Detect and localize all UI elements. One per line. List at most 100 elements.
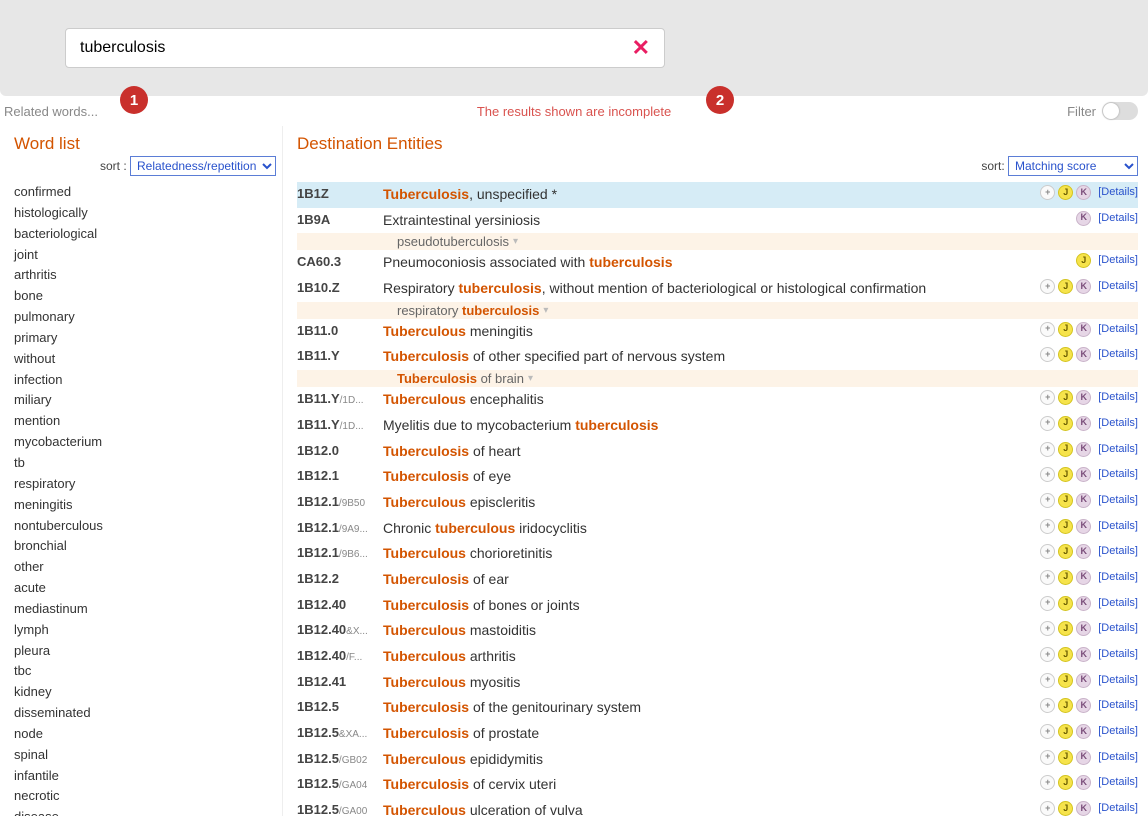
details-link[interactable]: [Details] [1098,441,1138,458]
plus-icon[interactable]: + [1040,322,1055,337]
details-link[interactable]: [Details] [1098,466,1138,483]
entity-row[interactable]: 1B12.40&X...Tuberculous mastoiditis+JK[D… [297,618,1138,644]
word-item[interactable]: infantile [14,766,276,787]
entity-row[interactable]: 1B12.40Tuberculosis of bones or joints+J… [297,593,1138,619]
k-badge[interactable]: K [1076,442,1091,457]
entity-sub-term[interactable]: Tuberculosis of brain▾ [297,370,1138,387]
plus-icon[interactable]: + [1040,493,1055,508]
plus-icon[interactable]: + [1040,347,1055,362]
word-item[interactable]: lymph [14,620,276,641]
details-link[interactable]: [Details] [1098,252,1138,269]
details-link[interactable]: [Details] [1098,492,1138,509]
clear-icon[interactable]: ✕ [628,35,654,61]
word-item[interactable]: tbc [14,661,276,682]
j-badge[interactable]: J [1058,390,1073,405]
j-badge[interactable]: J [1058,442,1073,457]
word-item[interactable]: joint [14,245,276,266]
j-badge[interactable]: J [1058,322,1073,337]
details-link[interactable]: [Details] [1098,697,1138,714]
entity-row[interactable]: 1B12.5/GA00Tuberculous ulceration of vul… [297,798,1138,816]
word-item[interactable]: mycobacterium [14,432,276,453]
k-badge[interactable]: K [1076,698,1091,713]
details-link[interactable]: [Details] [1098,646,1138,663]
entity-row[interactable]: 1B11.Y/1D...Tuberculous encephalitis+JK[… [297,387,1138,413]
word-item[interactable]: bone [14,286,276,307]
j-badge[interactable]: J [1058,185,1073,200]
word-item[interactable]: acute [14,578,276,599]
word-item[interactable]: disseminated [14,703,276,724]
word-item[interactable]: bacteriological [14,224,276,245]
details-link[interactable]: [Details] [1098,184,1138,201]
plus-icon[interactable]: + [1040,442,1055,457]
entity-row[interactable]: 1B12.1/9B6...Tuberculous chorioretinitis… [297,541,1138,567]
details-link[interactable]: [Details] [1098,346,1138,363]
entities-sort-select[interactable]: Matching score [1008,156,1138,176]
filter-toggle[interactable] [1102,102,1138,120]
plus-icon[interactable]: + [1040,673,1055,688]
k-badge[interactable]: K [1076,347,1091,362]
entity-row[interactable]: 1B12.5/GA04Tuberculosis of cervix uteri+… [297,772,1138,798]
k-badge[interactable]: K [1076,467,1091,482]
word-item[interactable]: infection [14,370,276,391]
details-link[interactable]: [Details] [1098,774,1138,791]
details-link[interactable]: [Details] [1098,210,1138,227]
k-badge[interactable]: K [1076,570,1091,585]
j-badge[interactable]: J [1076,253,1091,268]
entity-row[interactable]: 1B12.1/9B50Tuberculous episcleritis+JK[D… [297,490,1138,516]
plus-icon[interactable]: + [1040,698,1055,713]
plus-icon[interactable]: + [1040,416,1055,431]
k-badge[interactable]: K [1076,801,1091,816]
details-link[interactable]: [Details] [1098,415,1138,432]
word-item[interactable]: pulmonary [14,307,276,328]
j-badge[interactable]: J [1058,698,1073,713]
word-item[interactable]: bronchial [14,536,276,557]
word-sort-select[interactable]: Relatedness/repetition [130,156,276,176]
j-badge[interactable]: J [1058,750,1073,765]
entity-row[interactable]: CA60.3Pneumoconiosis associated with tub… [297,250,1138,276]
plus-icon[interactable]: + [1040,801,1055,816]
entity-sub-term[interactable]: respiratory tuberculosis▾ [297,302,1138,319]
k-badge[interactable]: K [1076,724,1091,739]
word-item[interactable]: primary [14,328,276,349]
j-badge[interactable]: J [1058,801,1073,816]
k-badge[interactable]: K [1076,519,1091,534]
word-item[interactable]: miliary [14,390,276,411]
word-item[interactable]: mention [14,411,276,432]
j-badge[interactable]: J [1058,544,1073,559]
word-item[interactable]: necrotic [14,786,276,807]
details-link[interactable]: [Details] [1098,723,1138,740]
plus-icon[interactable]: + [1040,390,1055,405]
k-badge[interactable]: K [1076,322,1091,337]
details-link[interactable]: [Details] [1098,595,1138,612]
word-item[interactable]: histologically [14,203,276,224]
k-badge[interactable]: K [1076,185,1091,200]
details-link[interactable]: [Details] [1098,389,1138,406]
entity-row[interactable]: 1B12.5&XA...Tuberculosis of prostate+JK[… [297,721,1138,747]
j-badge[interactable]: J [1058,724,1073,739]
entity-row[interactable]: 1B12.41Tuberculous myositis+JK[Details] [297,670,1138,696]
k-badge[interactable]: K [1076,416,1091,431]
word-item[interactable]: other [14,557,276,578]
entity-row[interactable]: 1B12.1/9A9...Chronic tuberculous iridocy… [297,516,1138,542]
plus-icon[interactable]: + [1040,621,1055,636]
details-link[interactable]: [Details] [1098,321,1138,338]
j-badge[interactable]: J [1058,775,1073,790]
plus-icon[interactable]: + [1040,467,1055,482]
plus-icon[interactable]: + [1040,279,1055,294]
details-link[interactable]: [Details] [1098,543,1138,560]
k-badge[interactable]: K [1076,596,1091,611]
k-badge[interactable]: K [1076,279,1091,294]
word-item[interactable]: tb [14,453,276,474]
entity-row[interactable]: 1B12.2Tuberculosis of ear+JK[Details] [297,567,1138,593]
word-item[interactable]: spinal [14,745,276,766]
word-item[interactable]: mediastinum [14,599,276,620]
entity-row[interactable]: 1B12.0Tuberculosis of heart+JK[Details] [297,439,1138,465]
k-badge[interactable]: K [1076,493,1091,508]
word-item[interactable]: kidney [14,682,276,703]
plus-icon[interactable]: + [1040,185,1055,200]
k-badge[interactable]: K [1076,750,1091,765]
details-link[interactable]: [Details] [1098,672,1138,689]
plus-icon[interactable]: + [1040,519,1055,534]
details-link[interactable]: [Details] [1098,518,1138,535]
j-badge[interactable]: J [1058,519,1073,534]
